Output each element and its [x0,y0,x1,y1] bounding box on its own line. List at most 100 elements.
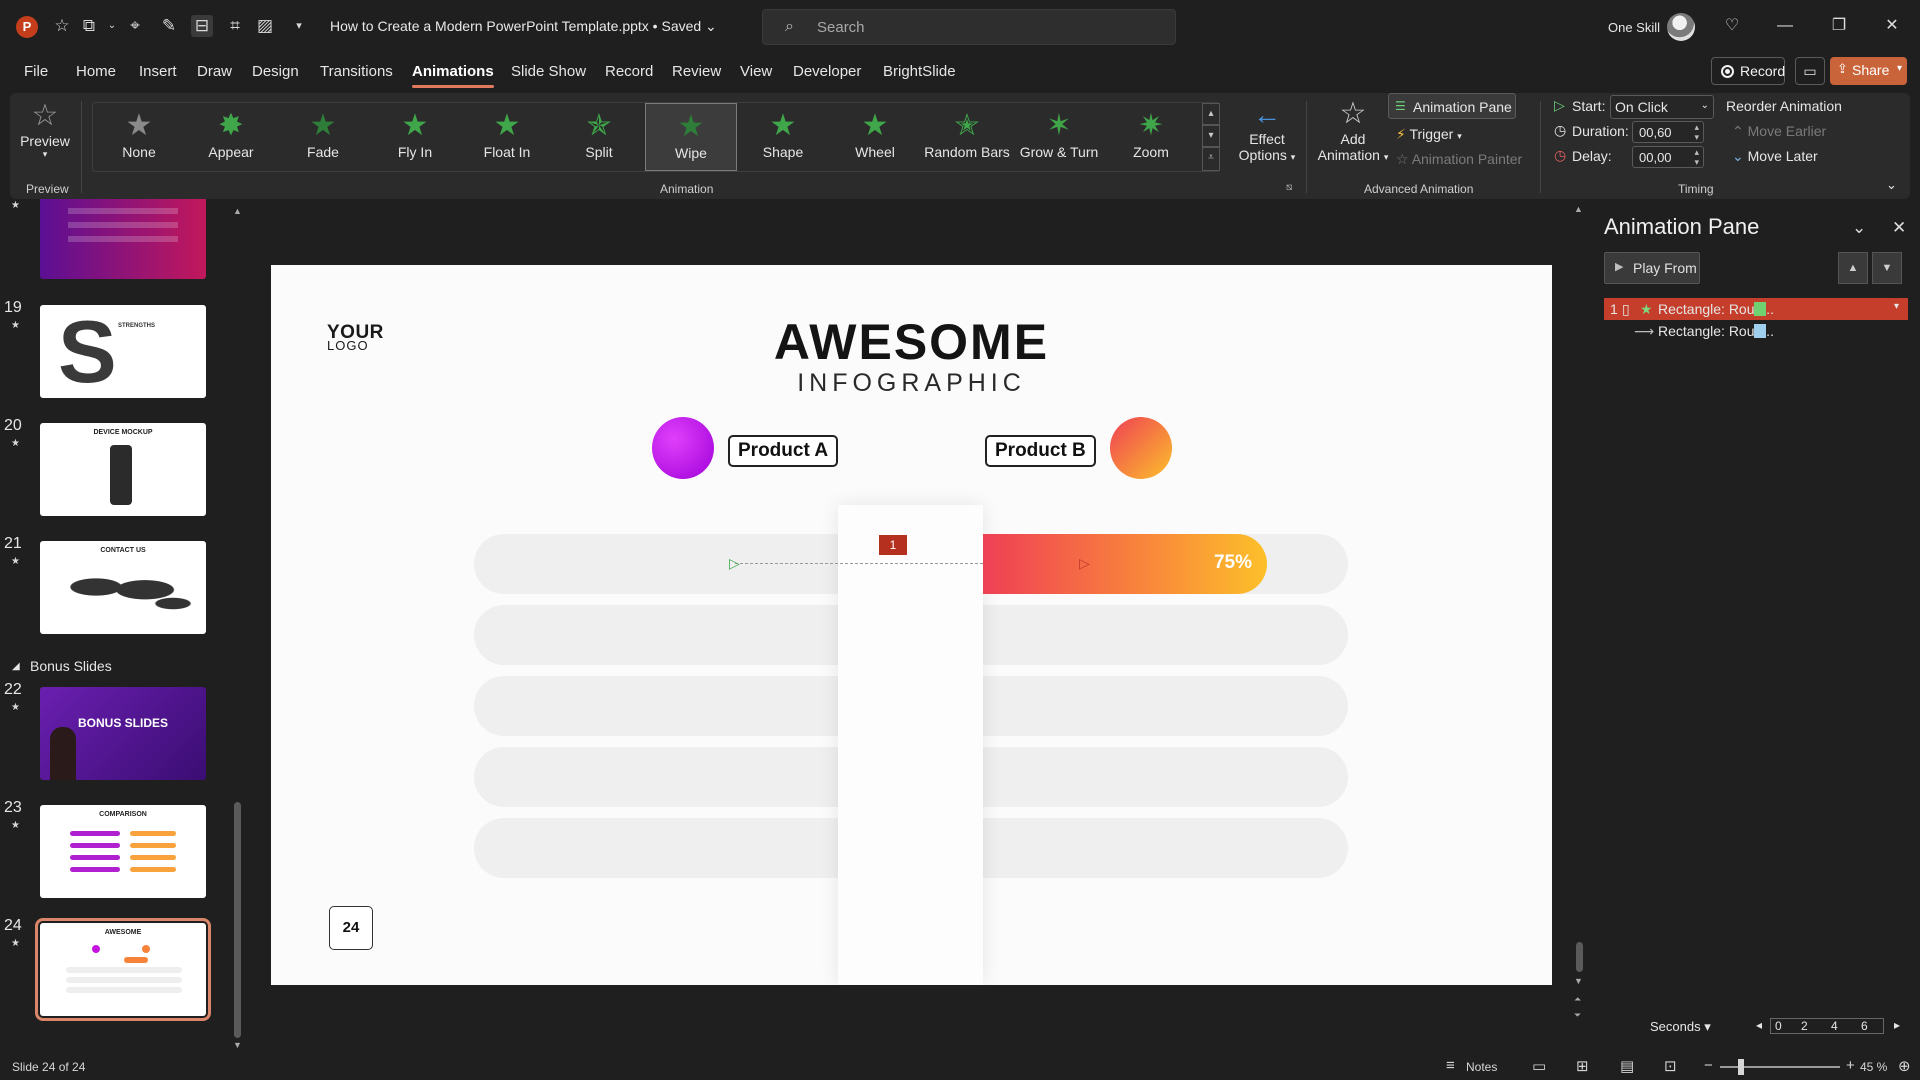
fit-to-window-icon[interactable]: ⊕ [1898,1057,1911,1075]
section-label[interactable]: Bonus Slides [30,658,112,674]
anim-random-bars[interactable]: ✭ Random Bars [921,103,1013,171]
anim-grow-turn[interactable]: ✶ Grow & Turn [1013,103,1105,171]
document-title[interactable]: How to Create a Modern PowerPoint Templa… [330,18,717,35]
slide-thumb-24[interactable]: AWESOME [35,918,211,1021]
collapse-ribbon-icon[interactable]: ⌄ [1886,177,1897,193]
minimize-icon[interactable]: — [1773,14,1797,38]
anim-fly-in[interactable]: ★ Fly In [369,103,461,171]
scroll-up-icon[interactable]: ▲ [233,206,242,216]
tab-review[interactable]: Review [672,63,721,80]
tab-transitions[interactable]: Transitions [320,63,393,80]
search-input[interactable]: ⌕ Search [762,9,1176,45]
slide-thumb-20[interactable]: DEVICE MOCKUP [40,423,206,516]
tab-animations[interactable]: Animations [412,63,494,88]
customize-toolbar-icon[interactable]: ▾ [288,15,310,37]
tab-slide-show[interactable]: Slide Show [511,63,586,80]
timeline-left-icon[interactable]: ◂ [1756,1018,1762,1032]
animation-list-item[interactable]: ⟶ Rectangle: Roun... [1604,320,1908,342]
animation-painter-button[interactable]: ☆ Animation Painter [1396,151,1522,168]
duration-spinner[interactable]: 00,60 ▴ ▾ [1632,121,1704,143]
crop-icon[interactable]: ⌗ [224,15,246,37]
slide-thumb-21[interactable]: CONTACT US [40,541,206,634]
product-b-bar[interactable]: 75% [983,534,1267,594]
slide-thumb-22[interactable]: BONUS SLIDES [40,687,206,780]
gallery-scroll-up[interactable]: ▴ [1202,103,1220,125]
picture-icon[interactable]: ▨ [254,15,276,37]
chevron-down-icon[interactable]: ▾ [1894,301,1899,312]
tab-record[interactable]: Record [605,63,653,80]
motion-end-icon[interactable]: ▷ [1079,555,1090,572]
move-earlier-button[interactable]: ⌃ Move Earlier [1732,123,1826,140]
dialog-launcher-icon[interactable]: ⧅ [1286,182,1292,193]
anim-appear[interactable]: ✸ Appear [185,103,277,171]
pane-options-icon[interactable]: ⌄ [1852,218,1866,238]
product-a-label[interactable]: Product A [728,435,839,467]
notes-icon[interactable]: ≡ [1446,1057,1455,1074]
slide-thumb-23[interactable]: COMPARISON [40,805,206,898]
trigger-button[interactable]: ⚡ Trigger ▾ [1396,126,1462,143]
slide-title[interactable]: AWESOME [271,313,1552,371]
previous-slide-icon[interactable]: ⏶ [1574,994,1581,1005]
zoom-level[interactable]: 45 % [1860,1060,1887,1074]
tab-brightslide[interactable]: BrightSlide [883,63,956,80]
effect-options-button[interactable]: ← Effect Options ▾ [1232,99,1302,163]
thumbnail-scrollbar[interactable]: ▲ ▼ [233,206,243,1050]
restore-icon[interactable]: ❐ [1827,14,1851,38]
start-dropdown[interactable]: On Click ⌄ [1610,95,1714,119]
anim-fade[interactable]: ★ Fade [277,103,369,171]
zoom-in-icon[interactable]: + [1846,1057,1855,1074]
timeline-unit-dropdown[interactable]: Seconds ▾ [1650,1019,1711,1035]
move-down-button[interactable]: ▼ [1872,252,1902,284]
move-up-button[interactable]: ▲ [1838,252,1868,284]
zoom-out-icon[interactable]: − [1704,1057,1713,1074]
align-icon[interactable]: ⊟ [191,15,213,37]
scroll-thumb[interactable] [1576,942,1583,972]
scroll-thumb[interactable] [234,802,241,1038]
anim-none[interactable]: ★ None [93,103,185,171]
timeline-right-icon[interactable]: ▸ [1894,1018,1900,1032]
anim-float-in[interactable]: ★ Float In [461,103,553,171]
play-from-button[interactable]: ▶ Play From [1604,252,1700,284]
slide-thumb-18[interactable] [40,199,206,279]
star-autosave-icon[interactable]: ☆ [51,15,73,37]
record-button[interactable]: Record [1711,57,1785,85]
timeline-ruler[interactable]: 0 2 4 6 [1770,1018,1884,1034]
tab-insert[interactable]: Insert [139,63,177,80]
page-number-box[interactable]: 24 [329,906,373,950]
tab-draw[interactable]: Draw [197,63,232,80]
editor-scrollbar[interactable]: ▲ ▼ ⏶ ⏷ [1574,204,1586,1034]
gallery-scroll-down[interactable]: ▾ [1202,125,1220,147]
slide-subtitle[interactable]: INFOGRAPHIC [271,369,1552,398]
crosshair-icon[interactable]: ⌖ [124,15,146,37]
next-slide-icon[interactable]: ⏷ [1574,1010,1581,1021]
slide-sorter-icon[interactable]: ⊞ [1576,1057,1589,1075]
chevron-down-icon[interactable]: ⌄ [101,15,123,37]
lightbulb-icon[interactable]: ♡ [1720,14,1744,38]
anim-shape[interactable]: ★ Shape [737,103,829,171]
tab-file[interactable]: File [24,63,48,80]
product-b-label[interactable]: Product B [985,435,1096,467]
delay-spinner[interactable]: 00,00 ▴ ▾ [1632,146,1704,168]
anim-split[interactable]: ✯ Split [553,103,645,171]
scroll-down-icon[interactable]: ▼ [233,1040,242,1050]
brush-icon[interactable]: ✎ [158,15,180,37]
avatar[interactable] [1667,13,1695,41]
close-icon[interactable]: ✕ [1880,14,1904,38]
animation-list-item[interactable]: 1 ▯ ★ Rectangle: Roun... ▾ [1604,298,1908,320]
save-icon[interactable]: ⧉ [78,15,100,37]
anim-wheel[interactable]: ★ Wheel [829,103,921,171]
product-a-circle[interactable] [652,417,714,479]
tab-view[interactable]: View [740,63,772,80]
tab-design[interactable]: Design [252,63,299,80]
add-animation-button[interactable]: ☆ Add Animation ▾ [1310,97,1396,163]
section-collapse-icon[interactable]: ◢ [12,661,20,672]
share-button[interactable]: ⇪ Share ▾ [1830,57,1907,85]
notes-button[interactable]: Notes [1466,1060,1497,1074]
slide-canvas[interactable]: YOUR LOGO AWESOME INFOGRAPHIC Product A … [271,265,1552,985]
animation-pane-button[interactable]: ☰ Animation Pane [1388,93,1516,119]
slideshow-icon[interactable]: ⊡ [1664,1057,1677,1075]
preview-button[interactable]: ☆ Preview ▾ [20,99,70,171]
scroll-down-icon[interactable]: ▼ [1574,976,1583,986]
scroll-up-icon[interactable]: ▲ [1574,204,1583,214]
center-divider-panel[interactable] [838,505,983,985]
